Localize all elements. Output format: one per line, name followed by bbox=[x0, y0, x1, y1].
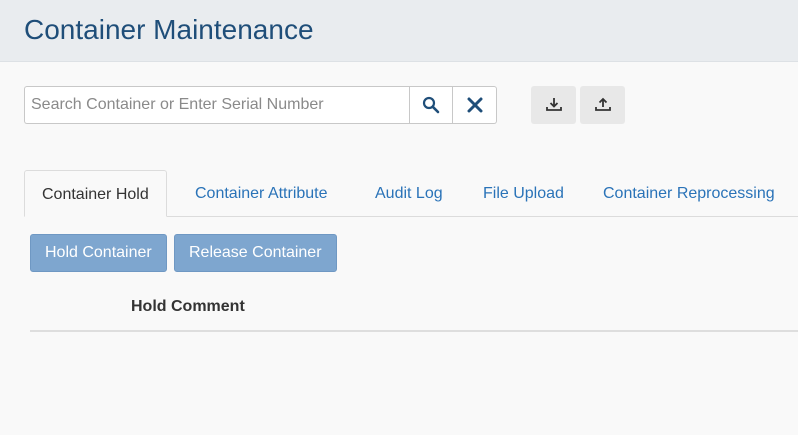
release-container-button[interactable]: Release Container bbox=[174, 234, 337, 272]
upload-icon bbox=[594, 97, 611, 111]
search-button[interactable] bbox=[409, 86, 453, 124]
tab-container-reprocessing[interactable]: Container Reprocessing bbox=[603, 170, 775, 217]
page-header: Container Maintenance bbox=[0, 0, 798, 62]
download-button[interactable] bbox=[531, 86, 576, 124]
close-icon bbox=[467, 97, 482, 113]
table-header-divider bbox=[30, 330, 798, 332]
hold-container-button[interactable]: Hold Container bbox=[30, 234, 167, 272]
download-icon bbox=[545, 98, 562, 111]
upload-button[interactable] bbox=[580, 86, 625, 124]
page-title: Container Maintenance bbox=[24, 14, 314, 45]
search-group bbox=[24, 86, 497, 124]
tab-audit-log[interactable]: Audit Log bbox=[375, 170, 443, 217]
hold-comment-column-header: Hold Comment bbox=[131, 298, 245, 315]
tab-bar: Container Hold Container Attribute Audit… bbox=[24, 170, 798, 217]
tab-file-upload[interactable]: File Upload bbox=[483, 170, 564, 217]
tab-container-hold[interactable]: Container Hold bbox=[24, 170, 167, 217]
search-icon bbox=[422, 96, 440, 114]
tab-container-attribute[interactable]: Container Attribute bbox=[195, 170, 328, 217]
clear-button[interactable] bbox=[453, 86, 497, 124]
search-input[interactable] bbox=[24, 86, 409, 124]
